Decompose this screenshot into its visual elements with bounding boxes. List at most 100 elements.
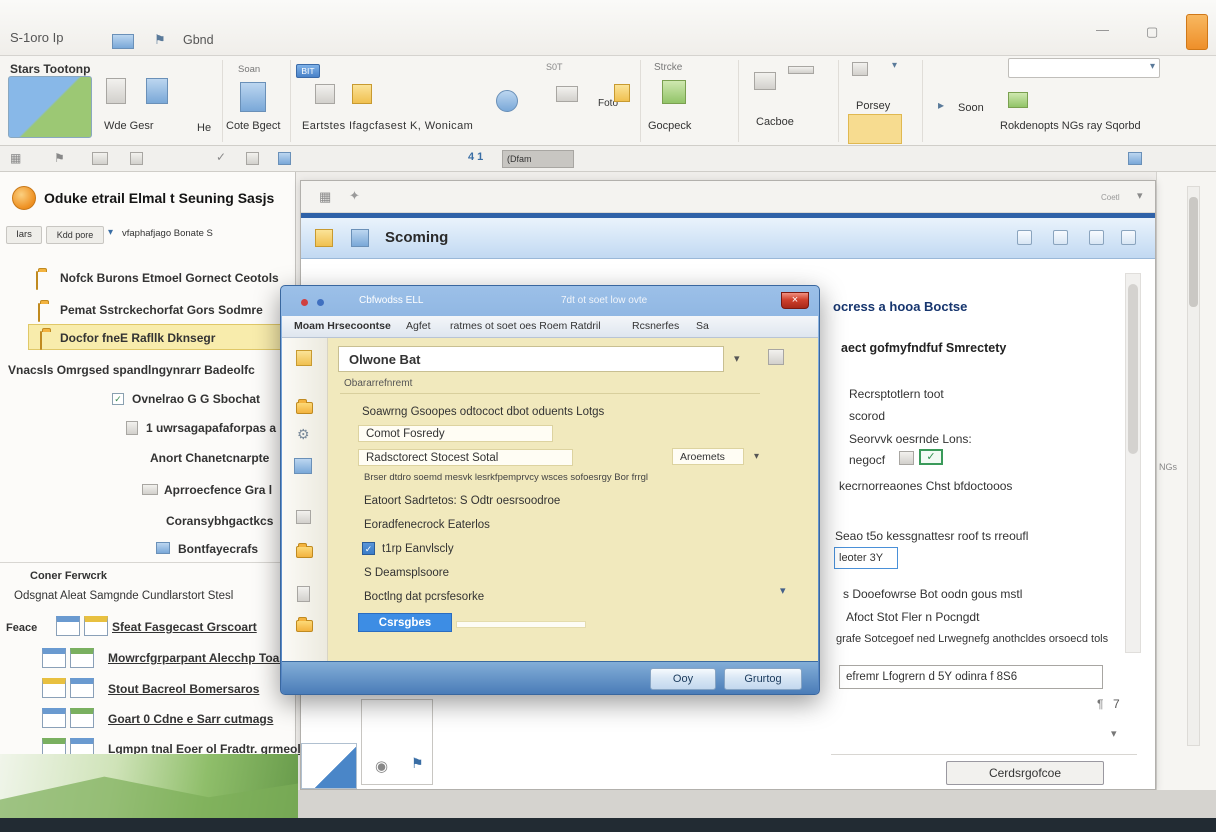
chevron-down-icon[interactable]: ▾: [1111, 727, 1117, 740]
circle-icon[interactable]: ◉: [375, 757, 388, 775]
green-check-icon[interactable]: ✓: [919, 449, 943, 465]
header-tool-icon[interactable]: [1121, 230, 1136, 245]
chevron-down-icon[interactable]: ▾: [1137, 189, 1143, 202]
monitor-icon[interactable]: [662, 80, 686, 104]
book-icon[interactable]: [1008, 92, 1028, 108]
object-icon[interactable]: [240, 82, 266, 112]
ribbon-button-gocpeck[interactable]: Gocpeck: [648, 120, 691, 132]
note-icon[interactable]: [296, 350, 312, 366]
file-button[interactable]: [8, 76, 92, 138]
badge-icon[interactable]: [1128, 152, 1142, 165]
sidebar-item[interactable]: Vnacsls Omrgsed spandlngynrarr Badeolfc: [8, 363, 255, 377]
info-input[interactable]: efremr Lfogrern d 5Y odinra f 8S6: [839, 665, 1103, 689]
app-tile-icon[interactable]: [70, 678, 94, 698]
ribbon-button-cacboe[interactable]: Cacboe: [756, 116, 794, 128]
card-icon[interactable]: [754, 72, 776, 90]
mail-icon[interactable]: [556, 86, 578, 102]
ribbon-button-wde-gesr[interactable]: Wde Gesr: [104, 120, 154, 132]
grid-icon[interactable]: ▦: [319, 189, 331, 205]
badge-icon[interactable]: [92, 152, 108, 165]
cup-icon[interactable]: [614, 84, 630, 102]
chevron-down-icon[interactable]: ▾: [892, 60, 897, 71]
clip-icon[interactable]: [852, 62, 868, 76]
minimize-icon[interactable]: —: [1096, 22, 1109, 37]
doc-icon[interactable]: [146, 78, 168, 104]
sidebar-item[interactable]: 1 uwrsagapafaforpas a: [146, 421, 276, 435]
ribbon-button-cote-bgect[interactable]: Cote Bgect: [226, 120, 280, 132]
folder-icon[interactable]: [296, 546, 313, 558]
settings-button[interactable]: Cerdsrgofcoe: [946, 761, 1104, 785]
checkbox-icon[interactable]: ✓: [112, 393, 124, 405]
menu-item[interactable]: Agfet: [406, 320, 431, 332]
folder-icon[interactable]: [296, 402, 313, 414]
restore-icon[interactable]: ▢: [1146, 24, 1158, 40]
close-button[interactable]: ×: [781, 292, 809, 309]
chevron-down-icon[interactable]: ▾: [780, 584, 786, 597]
folded-tile-icon[interactable]: [301, 743, 357, 789]
doc-icon[interactable]: [106, 78, 126, 104]
tile-icon[interactable]: [296, 510, 311, 524]
option-row-selected[interactable]: Csrsgbes: [358, 613, 452, 632]
footer-link[interactable]: Mowrcfgrparpant Alecchp Toal: [108, 651, 283, 665]
app-tile-icon[interactable]: [42, 678, 66, 698]
chevron-down-icon[interactable]: ▾: [1150, 61, 1155, 72]
ribbon-tab[interactable]: Stars Tootonp: [10, 62, 90, 76]
app-tile-icon[interactable]: [70, 648, 94, 668]
toolbar-combo[interactable]: (Dfam: [502, 150, 574, 168]
option-row[interactable]: Boctlng dat pcrsfesorke: [364, 591, 484, 603]
options-dialog-titlebar[interactable]: Cbfwodss ELL 7dt ot soet low ovte ×: [281, 286, 819, 316]
ribbon-button-rokdenopts[interactable]: Rokdenopts NGs ray Sqorbd: [1000, 120, 1141, 132]
badge-icon[interactable]: [246, 152, 259, 165]
table-icon[interactable]: [315, 84, 335, 104]
lines-icon[interactable]: [788, 66, 814, 74]
sidebar-item[interactable]: Aprroecfence Gra l: [164, 483, 272, 497]
footer-link[interactable]: Goart 0 Cdne e Sarr cutmags: [108, 712, 273, 726]
ribbon-button-soon[interactable]: Soon: [958, 102, 984, 114]
option-row[interactable]: Soawrng Gsoopes odtococt dbot oduents Lo…: [362, 406, 604, 418]
small-box-icon[interactable]: [899, 451, 914, 465]
ribbon-button-porsey[interactable]: Porsey: [856, 100, 890, 112]
option-row[interactable]: Radsctorect Stocest Sotal: [366, 452, 498, 464]
ribbon-button-he[interactable]: He: [197, 122, 211, 134]
sidebar-toolbar-kdd-pore[interactable]: Kdd pore: [46, 226, 104, 244]
sidebar-toolbar-iars[interactable]: Iars: [6, 226, 42, 244]
footer-link[interactable]: Stout Bacreol Bomersaros: [108, 682, 259, 696]
scan-scrollbar-thumb[interactable]: [1128, 284, 1138, 454]
flag-icon[interactable]: ⚑: [411, 755, 424, 772]
option-row[interactable]: Comot Fosredy: [366, 428, 445, 440]
note-icon[interactable]: [315, 229, 333, 247]
sidebar-item-selected[interactable]: Docfor fneE Rafllk Dknsegr: [60, 331, 215, 345]
sidebar-item[interactable]: Bontfayecrafs: [178, 542, 258, 556]
app-tile-icon[interactable]: [70, 708, 94, 728]
porsey-highlight[interactable]: [848, 114, 902, 144]
footer-link[interactable]: Sfeat Fasgecast Grscoart: [112, 620, 257, 634]
scrollbar-track[interactable]: [1187, 186, 1200, 746]
grid-icon[interactable]: ▦: [10, 151, 21, 165]
app-tile-icon[interactable]: [42, 648, 66, 668]
badge-icon[interactable]: [130, 152, 143, 165]
cancel-button[interactable]: Grurtog: [724, 668, 802, 690]
folder-icon[interactable]: [296, 620, 313, 632]
app-tile-icon[interactable]: [56, 616, 80, 636]
accent-tab[interactable]: [1186, 14, 1208, 50]
menu-item[interactable]: Rcsnerfes: [632, 320, 679, 332]
scrollbar-thumb[interactable]: [1189, 197, 1198, 307]
checkbox-checked-icon[interactable]: ✓: [362, 542, 375, 555]
option-row[interactable]: t1rp Eanvlscly: [382, 543, 454, 555]
app-tile-icon[interactable]: [84, 616, 108, 636]
insert-icon[interactable]: [352, 84, 372, 104]
sidebar-item[interactable]: Ovnelrao G G Sbochat: [132, 392, 260, 406]
sidebar-item[interactable]: Coransybhgactkcs: [166, 514, 273, 528]
info-dropdown[interactable]: leoter 3Y: [834, 547, 898, 569]
sidebar-toolbar-vfap[interactable]: ▾ vfaphafjago Bonate S: [108, 226, 284, 244]
star-icon[interactable]: ✦: [349, 188, 360, 204]
badge-icon[interactable]: [278, 152, 291, 165]
header-tool-icon[interactable]: [1053, 230, 1068, 245]
ribbon-search-combo[interactable]: ▾: [1008, 58, 1160, 78]
option-row[interactable]: Eoradfenecrock Eaterlos: [364, 519, 490, 531]
ok-button[interactable]: Ooy: [650, 668, 716, 690]
header-tool-icon[interactable]: [1017, 230, 1032, 245]
option-row[interactable]: S Deamsplsoore: [364, 567, 449, 579]
doc-icon[interactable]: [297, 586, 310, 602]
menu-item[interactable]: Sa: [696, 320, 709, 332]
